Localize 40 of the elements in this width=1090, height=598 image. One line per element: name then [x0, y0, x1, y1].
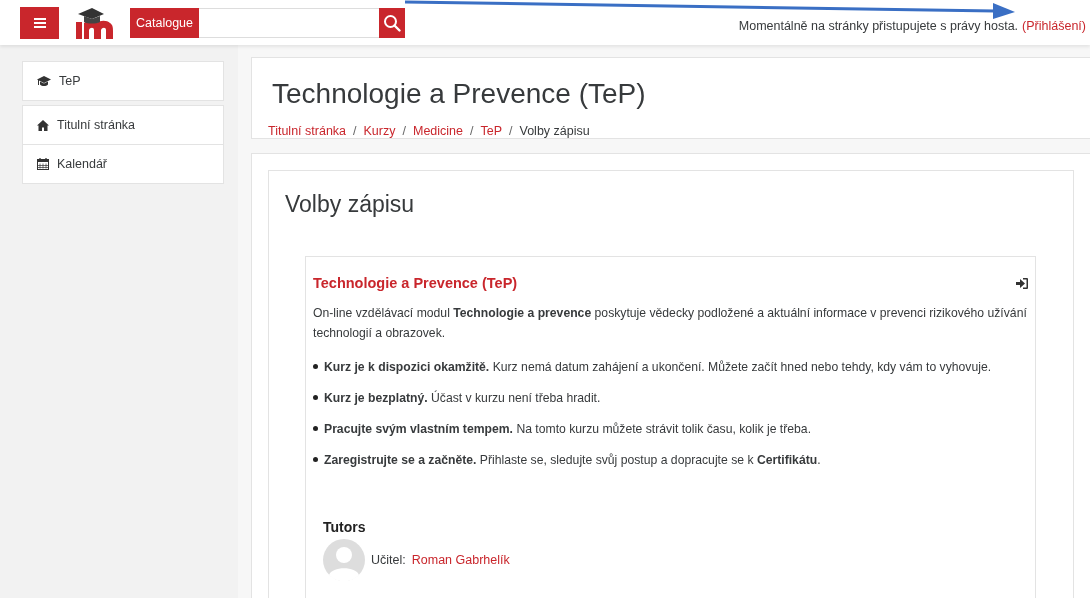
breadcrumb-current: Volby zápisu	[519, 124, 590, 138]
login-link[interactable]: (Přihlášení)	[1022, 18, 1086, 33]
avatar-icon	[323, 539, 365, 581]
bullet-text: Pracujte svým vlastním tempem. Na tomto kurzu můžete strávit tolik času, kolik je třeba.	[324, 421, 812, 436]
menu-button[interactable]	[20, 6, 59, 39]
calendar-icon	[37, 158, 49, 170]
section-heading: Volby zápisu	[285, 191, 416, 218]
breadcrumb-link[interactable]: TeP	[480, 124, 503, 138]
login-status-text: Momentálně na stránky přistupujete s právy hosta.	[738, 18, 1019, 33]
bullet-icon	[313, 395, 318, 400]
bullet-text: Zaregistrujte se a začněte. Přihlaste se, sledujte svůj postup a dopracujte se k Certifikátu.	[324, 452, 821, 467]
search-icon	[383, 13, 401, 32]
home-icon	[37, 119, 49, 131]
sign-in-icon	[1016, 277, 1028, 289]
tutor-name-link[interactable]: Roman Gabrhelík	[411, 553, 510, 567]
page-title: Technologie a Prevence (TeP)	[272, 78, 647, 110]
breadcrumb-link[interactable]: Titulní stránka	[268, 124, 347, 138]
bullet-text: Kurz je k dispozici okamžitě. Kurz nemá datum zahájení a ukončení. Můžete začít hned nebo tehdy, kdy vám to vyhovuje.	[324, 359, 992, 374]
breadcrumb-separator: /	[509, 124, 513, 138]
bullet-icon	[313, 426, 318, 431]
sidebar-item[interactable]: TeP	[23, 62, 223, 100]
sidebar-item[interactable]: Kalendář	[23, 144, 223, 183]
catalogue-label: Catalogue	[130, 7, 199, 38]
bullet-text: Kurz je bezplatný. Účast v kurzu není třeba hradit.	[324, 390, 601, 405]
menu-icon	[33, 17, 46, 28]
course-summary: On-line vzdělávací modul Technologie a prevence poskytuje vědecky podložené a aktuální informace v prevenci rizikového užívání technologií a obrazovek.	[313, 305, 1028, 342]
breadcrumb-separator: /	[470, 124, 474, 138]
breadcrumb-separator: /	[402, 124, 406, 138]
tutor-role: Učitel:	[371, 553, 406, 567]
tutors-heading: Tutors	[323, 519, 367, 535]
sidebar-item[interactable]: Titulní stránka	[23, 106, 223, 144]
breadcrumb-separator: /	[353, 124, 357, 138]
search-button[interactable]	[379, 7, 405, 38]
bullet-icon	[313, 457, 318, 462]
graduation-cap-icon	[37, 75, 51, 87]
course-title-link[interactable]: Technologie a Prevence (TeP)	[313, 275, 518, 291]
breadcrumb-link[interactable]: Medicine	[412, 124, 463, 138]
search-field[interactable]	[199, 7, 379, 38]
breadcrumb-link[interactable]: Kurzy	[363, 124, 396, 138]
bullet-icon	[313, 364, 318, 369]
